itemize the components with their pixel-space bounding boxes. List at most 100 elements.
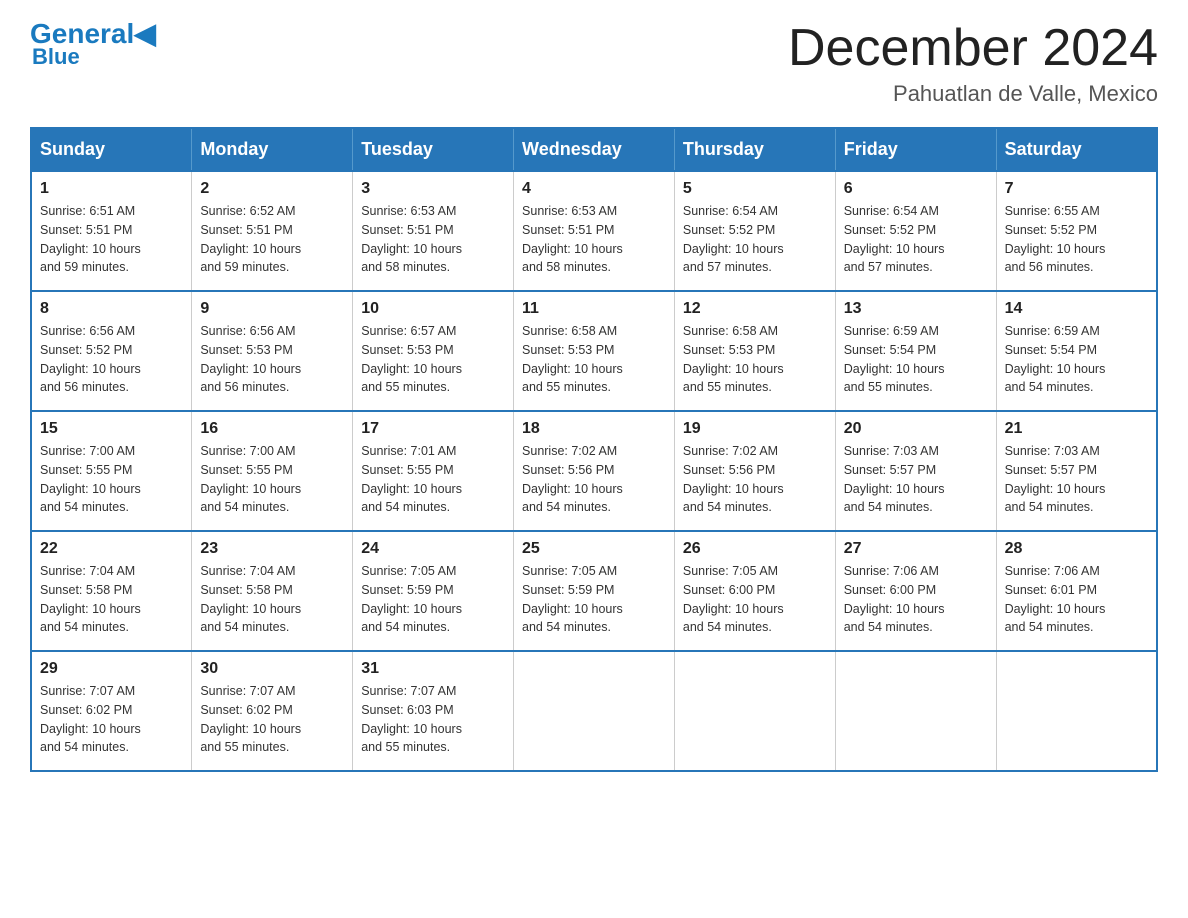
day-info: Sunrise: 7:03 AM Sunset: 5:57 PM Dayligh…	[1005, 442, 1148, 517]
day-info: Sunrise: 7:05 AM Sunset: 6:00 PM Dayligh…	[683, 562, 827, 637]
day-info: Sunrise: 6:54 AM Sunset: 5:52 PM Dayligh…	[844, 202, 988, 277]
table-row: 23 Sunrise: 7:04 AM Sunset: 5:58 PM Dayl…	[192, 531, 353, 651]
day-number: 26	[683, 540, 827, 558]
day-info: Sunrise: 7:06 AM Sunset: 6:00 PM Dayligh…	[844, 562, 988, 637]
day-number: 13	[844, 300, 988, 318]
table-row: 17 Sunrise: 7:01 AM Sunset: 5:55 PM Dayl…	[353, 411, 514, 531]
day-number: 18	[522, 420, 666, 438]
day-info: Sunrise: 7:07 AM Sunset: 6:02 PM Dayligh…	[40, 682, 183, 757]
day-info: Sunrise: 7:00 AM Sunset: 5:55 PM Dayligh…	[40, 442, 183, 517]
day-number: 5	[683, 180, 827, 198]
day-info: Sunrise: 6:54 AM Sunset: 5:52 PM Dayligh…	[683, 202, 827, 277]
day-number: 7	[1005, 180, 1148, 198]
calendar-header-row: Sunday Monday Tuesday Wednesday Thursday…	[31, 128, 1157, 171]
day-number: 3	[361, 180, 505, 198]
day-number: 4	[522, 180, 666, 198]
table-row: 15 Sunrise: 7:00 AM Sunset: 5:55 PM Dayl…	[31, 411, 192, 531]
table-row	[514, 651, 675, 771]
table-row	[674, 651, 835, 771]
day-info: Sunrise: 6:55 AM Sunset: 5:52 PM Dayligh…	[1005, 202, 1148, 277]
table-row: 14 Sunrise: 6:59 AM Sunset: 5:54 PM Dayl…	[996, 291, 1157, 411]
day-info: Sunrise: 6:59 AM Sunset: 5:54 PM Dayligh…	[844, 322, 988, 397]
col-tuesday: Tuesday	[353, 128, 514, 171]
day-info: Sunrise: 7:05 AM Sunset: 5:59 PM Dayligh…	[361, 562, 505, 637]
table-row: 8 Sunrise: 6:56 AM Sunset: 5:52 PM Dayli…	[31, 291, 192, 411]
table-row: 6 Sunrise: 6:54 AM Sunset: 5:52 PM Dayli…	[835, 171, 996, 291]
col-thursday: Thursday	[674, 128, 835, 171]
day-info: Sunrise: 7:06 AM Sunset: 6:01 PM Dayligh…	[1005, 562, 1148, 637]
table-row: 10 Sunrise: 6:57 AM Sunset: 5:53 PM Dayl…	[353, 291, 514, 411]
calendar-week-row: 8 Sunrise: 6:56 AM Sunset: 5:52 PM Dayli…	[31, 291, 1157, 411]
day-info: Sunrise: 7:04 AM Sunset: 5:58 PM Dayligh…	[200, 562, 344, 637]
day-info: Sunrise: 6:53 AM Sunset: 5:51 PM Dayligh…	[522, 202, 666, 277]
day-info: Sunrise: 7:02 AM Sunset: 5:56 PM Dayligh…	[522, 442, 666, 517]
title-area: December 2024 Pahuatlan de Valle, Mexico	[788, 20, 1158, 107]
day-number: 24	[361, 540, 505, 558]
day-number: 25	[522, 540, 666, 558]
calendar-week-row: 29 Sunrise: 7:07 AM Sunset: 6:02 PM Dayl…	[31, 651, 1157, 771]
table-row: 19 Sunrise: 7:02 AM Sunset: 5:56 PM Dayl…	[674, 411, 835, 531]
page-header: General◀ Blue December 2024 Pahuatlan de…	[30, 20, 1158, 107]
day-number: 1	[40, 180, 183, 198]
day-number: 17	[361, 420, 505, 438]
day-number: 23	[200, 540, 344, 558]
table-row: 29 Sunrise: 7:07 AM Sunset: 6:02 PM Dayl…	[31, 651, 192, 771]
table-row: 11 Sunrise: 6:58 AM Sunset: 5:53 PM Dayl…	[514, 291, 675, 411]
day-number: 31	[361, 660, 505, 678]
month-title: December 2024	[788, 20, 1158, 77]
table-row: 5 Sunrise: 6:54 AM Sunset: 5:52 PM Dayli…	[674, 171, 835, 291]
table-row: 24 Sunrise: 7:05 AM Sunset: 5:59 PM Dayl…	[353, 531, 514, 651]
table-row	[835, 651, 996, 771]
day-info: Sunrise: 6:51 AM Sunset: 5:51 PM Dayligh…	[40, 202, 183, 277]
day-info: Sunrise: 6:56 AM Sunset: 5:53 PM Dayligh…	[200, 322, 344, 397]
location-subtitle: Pahuatlan de Valle, Mexico	[788, 81, 1158, 107]
day-info: Sunrise: 6:59 AM Sunset: 5:54 PM Dayligh…	[1005, 322, 1148, 397]
table-row: 20 Sunrise: 7:03 AM Sunset: 5:57 PM Dayl…	[835, 411, 996, 531]
day-number: 10	[361, 300, 505, 318]
calendar-week-row: 1 Sunrise: 6:51 AM Sunset: 5:51 PM Dayli…	[31, 171, 1157, 291]
day-info: Sunrise: 7:03 AM Sunset: 5:57 PM Dayligh…	[844, 442, 988, 517]
day-number: 2	[200, 180, 344, 198]
table-row: 26 Sunrise: 7:05 AM Sunset: 6:00 PM Dayl…	[674, 531, 835, 651]
logo: General◀ Blue	[30, 20, 156, 70]
day-number: 9	[200, 300, 344, 318]
day-info: Sunrise: 7:02 AM Sunset: 5:56 PM Dayligh…	[683, 442, 827, 517]
table-row: 16 Sunrise: 7:00 AM Sunset: 5:55 PM Dayl…	[192, 411, 353, 531]
day-info: Sunrise: 6:53 AM Sunset: 5:51 PM Dayligh…	[361, 202, 505, 277]
table-row: 2 Sunrise: 6:52 AM Sunset: 5:51 PM Dayli…	[192, 171, 353, 291]
table-row: 22 Sunrise: 7:04 AM Sunset: 5:58 PM Dayl…	[31, 531, 192, 651]
table-row: 3 Sunrise: 6:53 AM Sunset: 5:51 PM Dayli…	[353, 171, 514, 291]
day-number: 6	[844, 180, 988, 198]
day-info: Sunrise: 6:57 AM Sunset: 5:53 PM Dayligh…	[361, 322, 505, 397]
calendar-week-row: 15 Sunrise: 7:00 AM Sunset: 5:55 PM Dayl…	[31, 411, 1157, 531]
day-info: Sunrise: 7:07 AM Sunset: 6:02 PM Dayligh…	[200, 682, 344, 757]
day-info: Sunrise: 6:56 AM Sunset: 5:52 PM Dayligh…	[40, 322, 183, 397]
day-number: 14	[1005, 300, 1148, 318]
day-number: 30	[200, 660, 344, 678]
day-number: 20	[844, 420, 988, 438]
day-info: Sunrise: 7:01 AM Sunset: 5:55 PM Dayligh…	[361, 442, 505, 517]
table-row: 31 Sunrise: 7:07 AM Sunset: 6:03 PM Dayl…	[353, 651, 514, 771]
day-info: Sunrise: 7:05 AM Sunset: 5:59 PM Dayligh…	[522, 562, 666, 637]
day-number: 16	[200, 420, 344, 438]
day-info: Sunrise: 7:07 AM Sunset: 6:03 PM Dayligh…	[361, 682, 505, 757]
day-number: 28	[1005, 540, 1148, 558]
col-sunday: Sunday	[31, 128, 192, 171]
table-row: 7 Sunrise: 6:55 AM Sunset: 5:52 PM Dayli…	[996, 171, 1157, 291]
col-saturday: Saturday	[996, 128, 1157, 171]
table-row: 21 Sunrise: 7:03 AM Sunset: 5:57 PM Dayl…	[996, 411, 1157, 531]
table-row: 13 Sunrise: 6:59 AM Sunset: 5:54 PM Dayl…	[835, 291, 996, 411]
day-number: 12	[683, 300, 827, 318]
day-info: Sunrise: 7:04 AM Sunset: 5:58 PM Dayligh…	[40, 562, 183, 637]
day-info: Sunrise: 6:52 AM Sunset: 5:51 PM Dayligh…	[200, 202, 344, 277]
table-row: 1 Sunrise: 6:51 AM Sunset: 5:51 PM Dayli…	[31, 171, 192, 291]
day-number: 8	[40, 300, 183, 318]
day-info: Sunrise: 7:00 AM Sunset: 5:55 PM Dayligh…	[200, 442, 344, 517]
day-info: Sunrise: 6:58 AM Sunset: 5:53 PM Dayligh…	[683, 322, 827, 397]
day-number: 29	[40, 660, 183, 678]
day-number: 22	[40, 540, 183, 558]
day-number: 11	[522, 300, 666, 318]
table-row: 25 Sunrise: 7:05 AM Sunset: 5:59 PM Dayl…	[514, 531, 675, 651]
calendar-table: Sunday Monday Tuesday Wednesday Thursday…	[30, 127, 1158, 772]
col-friday: Friday	[835, 128, 996, 171]
